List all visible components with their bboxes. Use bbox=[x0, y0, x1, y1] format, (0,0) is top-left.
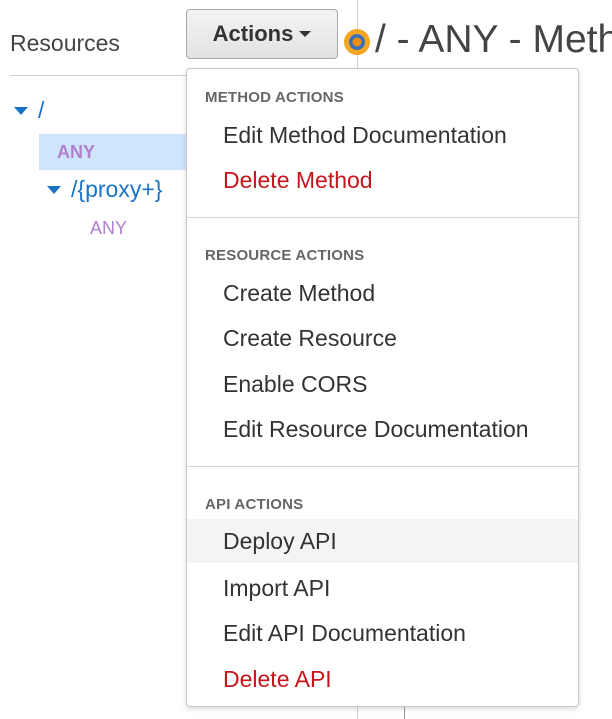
method-target-icon bbox=[343, 28, 371, 56]
actions-button-label: Actions bbox=[212, 21, 294, 46]
triangle-down-icon[interactable] bbox=[14, 106, 28, 115]
menu-item-deploy-api[interactable]: Deploy API bbox=[187, 519, 578, 563]
triangle-down-icon[interactable] bbox=[47, 185, 61, 194]
menu-item-edit-resource-documentation[interactable]: Edit Resource Documentation bbox=[187, 407, 578, 451]
tree-node-proxy-label[interactable]: /{proxy+} bbox=[71, 176, 162, 203]
actions-button[interactable]: Actions bbox=[186, 9, 338, 59]
menu-item-import-api[interactable]: Import API bbox=[187, 566, 578, 610]
section-header-resource-actions: RESOURCE ACTIONS bbox=[205, 247, 365, 264]
menu-item-enable-cors[interactable]: Enable CORS bbox=[187, 362, 578, 406]
section-header-method-actions: METHOD ACTIONS bbox=[205, 89, 344, 106]
menu-item-delete-api[interactable]: Delete API bbox=[187, 657, 578, 701]
section-header-api-actions: API ACTIONS bbox=[205, 496, 304, 513]
actions-dropdown-menu: METHOD ACTIONS Edit Method Documentation… bbox=[186, 68, 579, 707]
tree-method-proxy-any[interactable]: ANY bbox=[90, 218, 127, 239]
tree-node-proxy[interactable]: /{proxy+} bbox=[47, 176, 162, 203]
menu-item-delete-method[interactable]: Delete Method bbox=[187, 158, 578, 202]
caret-down-icon bbox=[299, 31, 312, 37]
resources-divider bbox=[10, 75, 188, 76]
tree-node-root[interactable]: / bbox=[14, 97, 44, 124]
resources-title: Resources bbox=[10, 30, 120, 56]
tree-method-root-any[interactable]: ANY bbox=[57, 142, 95, 163]
menu-item-create-resource[interactable]: Create Resource bbox=[187, 316, 578, 360]
menu-item-edit-api-documentation[interactable]: Edit API Documentation bbox=[187, 611, 578, 655]
page-title: / - ANY - Meth bbox=[375, 18, 612, 61]
menu-item-edit-method-documentation[interactable]: Edit Method Documentation bbox=[187, 113, 578, 157]
menu-divider bbox=[187, 217, 578, 218]
tree-node-root-label[interactable]: / bbox=[38, 97, 44, 124]
menu-divider bbox=[187, 466, 578, 467]
menu-item-create-method[interactable]: Create Method bbox=[187, 271, 578, 315]
